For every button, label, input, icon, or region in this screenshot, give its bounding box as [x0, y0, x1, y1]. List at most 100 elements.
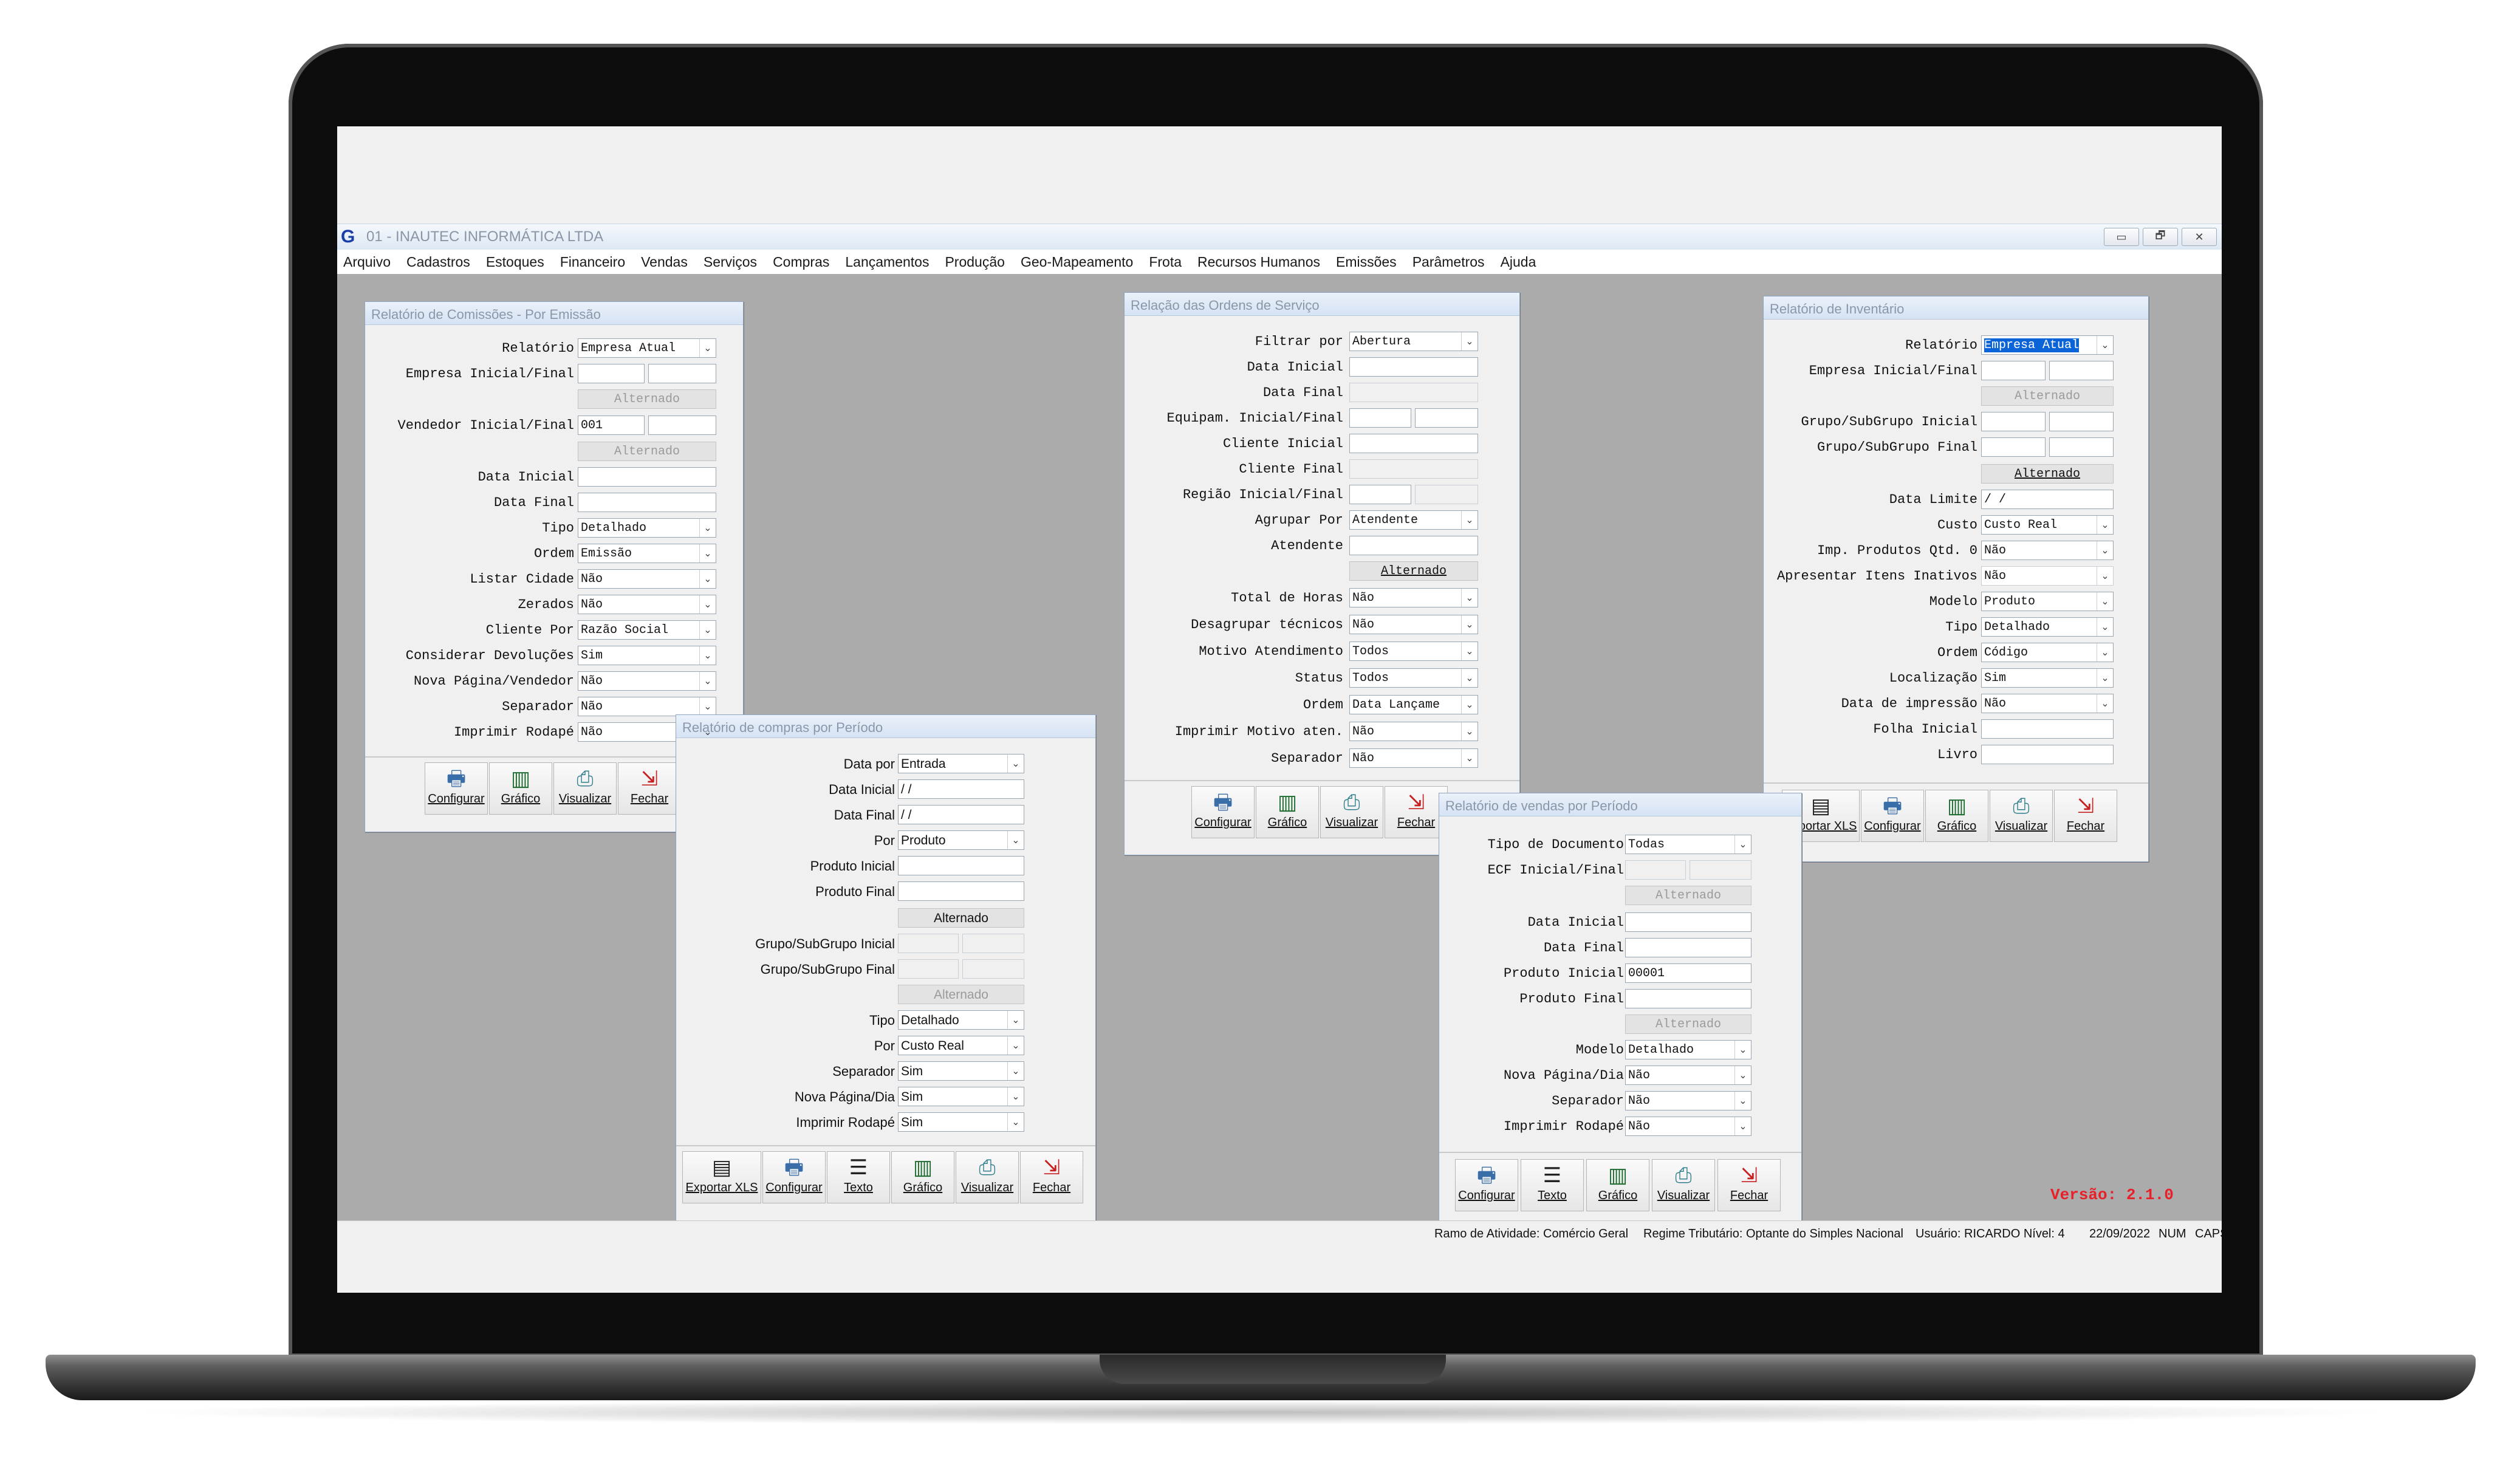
grafico-button[interactable]: ▥ Gráfico [891, 1151, 954, 1203]
grafico-button[interactable]: ▥ Gráfico [1256, 786, 1319, 838]
localizacao-select[interactable]: Sim ⌄ [1981, 668, 2114, 688]
menu-compras[interactable]: Compras [773, 254, 829, 270]
alternado-button[interactable]: Alternado [578, 442, 716, 461]
modelo-select[interactable]: Produto ⌄ [1981, 592, 2114, 611]
nova-pagina-select[interactable]: Sim ⌄ [898, 1087, 1024, 1106]
empresa-inicial-input[interactable] [1981, 361, 2046, 380]
configurar-button[interactable]: 🖶 Configurar [1861, 790, 1924, 842]
grafico-button[interactable]: ▥ Gráfico [489, 762, 552, 815]
cliente-por-select[interactable]: Razão Social ⌄ [578, 620, 716, 640]
menu-parametros[interactable]: Parâmetros [1412, 254, 1485, 270]
data-final-input[interactable] [1625, 938, 1751, 957]
fechar-button[interactable]: ⇲ Fechar [618, 762, 681, 815]
visualizar-button[interactable]: ⎙ Visualizar [956, 1151, 1019, 1203]
menu-arquivo[interactable]: Arquivo [343, 254, 391, 270]
data-por-select[interactable]: Entrada ⌄ [898, 754, 1024, 773]
grupo-final-input[interactable] [898, 959, 959, 979]
cliente-inicial-input[interactable] [1349, 434, 1478, 453]
alternado-button[interactable]: Alternado [898, 985, 1024, 1004]
close-button[interactable]: ✕ [2182, 228, 2217, 246]
fechar-button[interactable]: ⇲ Fechar [1717, 1159, 1781, 1211]
subgrupo-final-input[interactable] [2049, 437, 2114, 457]
regiao-inicial-input[interactable] [1349, 485, 1411, 504]
atendente-input[interactable] [1349, 536, 1478, 555]
grupo-final-input[interactable] [1981, 437, 2046, 457]
fechar-button[interactable]: ⇲ Fechar [1020, 1151, 1083, 1203]
configurar-button[interactable]: 🖶 Configurar [762, 1151, 826, 1203]
visualizar-button[interactable]: ⎙ Visualizar [1990, 790, 2053, 842]
subgrupo-inicial-input[interactable] [962, 934, 1024, 953]
agrupar-por-select[interactable]: Atendente ⌄ [1349, 510, 1478, 530]
alternado-button[interactable]: Alternado [578, 389, 716, 409]
nova-pagina-select[interactable]: Não ⌄ [1625, 1066, 1751, 1085]
visualizar-button[interactable]: ⎙ Visualizar [1320, 786, 1383, 838]
imprimir-motivo-select[interactable]: Não ⌄ [1349, 722, 1478, 741]
texto-button[interactable]: ☰ Texto [827, 1151, 890, 1203]
alternado-button[interactable]: Alternado [1981, 464, 2114, 484]
visualizar-button[interactable]: ⎙ Visualizar [1652, 1159, 1715, 1211]
exportar-xls-button[interactable]: ▤ Exportar XLS [682, 1151, 761, 1203]
configurar-button[interactable]: 🖶 Configurar [425, 762, 488, 815]
menu-financeiro[interactable]: Financeiro [560, 254, 625, 270]
grupo-inicial-input[interactable] [898, 934, 959, 953]
empresa-final-input[interactable] [648, 364, 716, 383]
menu-frota[interactable]: Frota [1149, 254, 1182, 270]
regiao-final-input[interactable] [1415, 485, 1478, 504]
restore-button[interactable]: 🗗 [2143, 228, 2178, 246]
alternado-button[interactable]: Alternado [898, 908, 1024, 928]
equipam-inicial-input[interactable] [1349, 408, 1411, 428]
tipo-select[interactable]: Detalhado ⌄ [898, 1010, 1024, 1030]
total-horas-select[interactable]: Não ⌄ [1349, 588, 1478, 607]
menu-emissoes[interactable]: Emissões [1336, 254, 1397, 270]
vendedor-inicial-input[interactable]: 001 [578, 416, 645, 435]
separador-select[interactable]: Não ⌄ [578, 697, 716, 716]
modelo-select[interactable]: Detalhado ⌄ [1625, 1040, 1751, 1059]
relatorio-select[interactable]: Empresa Atual ⌄ [1981, 335, 2114, 355]
ordem-select[interactable]: Data Lançame ⌄ [1349, 695, 1478, 714]
menu-estoques[interactable]: Estoques [486, 254, 544, 270]
produto-final-input[interactable] [898, 881, 1024, 901]
alternado-button[interactable]: Alternado [1349, 561, 1478, 581]
considerar-devolucoes-select[interactable]: Sim ⌄ [578, 646, 716, 665]
ordem-select[interactable]: Código ⌄ [1981, 643, 2114, 662]
visualizar-button[interactable]: ⎙ Visualizar [553, 762, 617, 815]
data-impressao-select[interactable]: Não ⌄ [1981, 694, 2114, 713]
alternado-button[interactable]: Alternado [1625, 886, 1751, 905]
folha-inicial-input[interactable] [1981, 719, 2114, 739]
data-inicial-input[interactable] [578, 467, 716, 487]
filtrar-por-select[interactable]: Abertura ⌄ [1349, 332, 1478, 351]
equipam-final-input[interactable] [1415, 408, 1478, 428]
minimize-button[interactable]: ▭ [2104, 228, 2139, 246]
ecf-inicial-input[interactable] [1625, 860, 1686, 880]
imprimir-rodape-select[interactable]: Não ⌄ [1625, 1117, 1751, 1136]
separador-select[interactable]: Não ⌄ [1349, 748, 1478, 768]
apresentar-inativos-select[interactable]: Não ⌄ [1981, 566, 2114, 586]
menu-cadastros[interactable]: Cadastros [406, 254, 470, 270]
nova-pagina-select[interactable]: Não ⌄ [578, 671, 716, 691]
cliente-final-input[interactable] [1349, 459, 1478, 479]
separador-select[interactable]: Não ⌄ [1625, 1091, 1751, 1110]
listar-cidade-select[interactable]: Não ⌄ [578, 569, 716, 589]
fechar-button[interactable]: ⇲ Fechar [2054, 790, 2117, 842]
data-inicial-input[interactable]: / / [898, 779, 1024, 799]
zerados-select[interactable]: Não ⌄ [578, 595, 716, 614]
tipo-documento-select[interactable]: Todas ⌄ [1625, 835, 1751, 854]
custo-select[interactable]: Custo Real ⌄ [1981, 515, 2114, 535]
data-final-input[interactable] [1349, 383, 1478, 402]
empresa-inicial-input[interactable] [578, 364, 645, 383]
menu-ajuda[interactable]: Ajuda [1501, 254, 1536, 270]
ecf-final-input[interactable] [1690, 860, 1751, 880]
menu-servicos[interactable]: Serviços [704, 254, 757, 270]
relatorio-select[interactable]: Empresa Atual ⌄ [578, 338, 716, 358]
subgrupo-final-input[interactable] [962, 959, 1024, 979]
data-final-input[interactable]: / / [898, 805, 1024, 824]
separador-select[interactable]: Sim ⌄ [898, 1061, 1024, 1081]
data-final-input[interactable] [578, 493, 716, 512]
alternado-button[interactable]: Alternado [1625, 1014, 1751, 1034]
configurar-button[interactable]: 🖶 Configurar [1191, 786, 1255, 838]
status-select[interactable]: Todos ⌄ [1349, 668, 1478, 688]
menu-recursos-humanos[interactable]: Recursos Humanos [1197, 254, 1320, 270]
ordem-select[interactable]: Emissão ⌄ [578, 544, 716, 563]
por-select[interactable]: Produto ⌄ [898, 830, 1024, 850]
subgrupo-inicial-input[interactable] [2049, 412, 2114, 431]
